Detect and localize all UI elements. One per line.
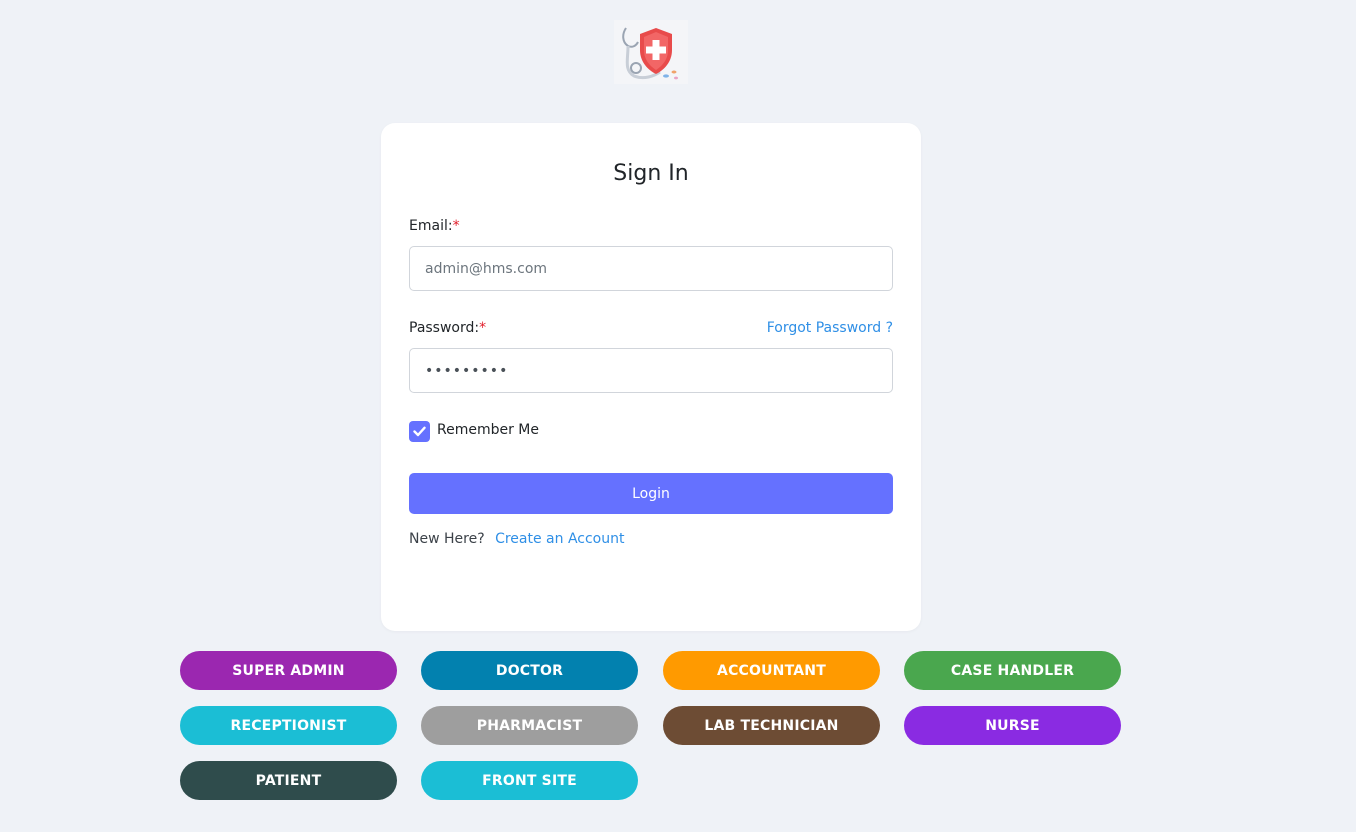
password-label: Password:* <box>409 320 486 336</box>
role-button-pharmacist[interactable]: PHARMACIST <box>421 706 638 745</box>
role-button-accountant[interactable]: ACCOUNTANT <box>663 651 880 690</box>
app-logo <box>614 20 688 84</box>
signin-card: Sign In Email:* Password:* Forgot Passwo… <box>381 123 921 631</box>
role-button-front-site[interactable]: FRONT SITE <box>421 761 638 800</box>
login-page: Sign In Email:* Password:* Forgot Passwo… <box>0 0 1356 832</box>
role-button-patient[interactable]: PATIENT <box>180 761 397 800</box>
new-here-row: New Here? Create an Account <box>409 531 624 547</box>
email-label: Email:* <box>409 218 460 234</box>
role-button-doctor[interactable]: DOCTOR <box>421 651 638 690</box>
new-here-text: New Here? <box>409 531 485 547</box>
forgot-password-link[interactable]: Forgot Password ? <box>767 320 893 336</box>
create-account-link[interactable]: Create an Account <box>495 531 624 547</box>
checkmark-icon <box>413 426 426 437</box>
role-button-super-admin[interactable]: SUPER ADMIN <box>180 651 397 690</box>
email-label-text: Email: <box>409 218 453 234</box>
medical-shield-icon <box>614 20 688 84</box>
email-input[interactable] <box>409 246 893 291</box>
remember-me-checkbox[interactable] <box>409 421 430 442</box>
password-input[interactable] <box>409 348 893 393</box>
password-label-text: Password: <box>409 320 480 336</box>
role-button-nurse[interactable]: NURSE <box>904 706 1121 745</box>
role-button-receptionist[interactable]: RECEPTIONIST <box>180 706 397 745</box>
login-button[interactable]: Login <box>409 473 893 514</box>
remember-me-label[interactable]: Remember Me <box>437 422 539 438</box>
required-mark: * <box>479 320 487 336</box>
role-button-case-handler[interactable]: CASE HANDLER <box>904 651 1121 690</box>
page-title: Sign In <box>613 161 689 186</box>
role-button-lab-technician[interactable]: LAB TECHNICIAN <box>663 706 880 745</box>
required-mark: * <box>452 218 460 234</box>
